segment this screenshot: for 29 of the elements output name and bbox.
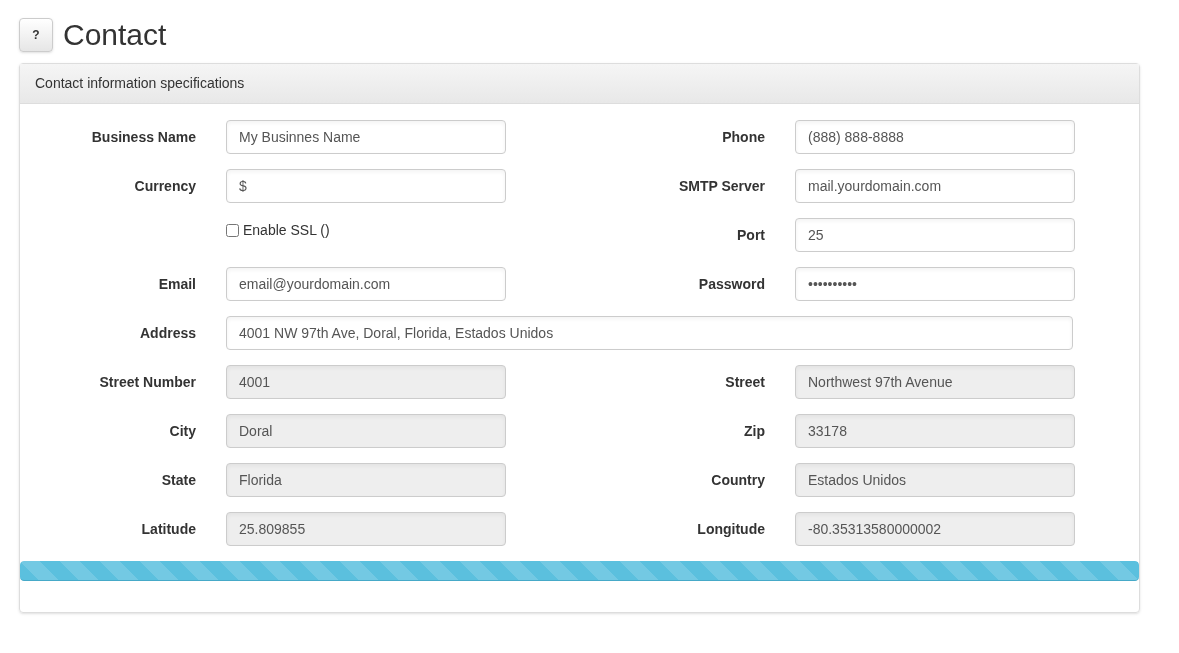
text-field[interactable]: $ — [226, 169, 506, 203]
field-label: Street Number — [98, 372, 196, 392]
text-field[interactable]: (888) 888-8888 — [795, 120, 1075, 154]
checkbox-label: Enable SSL () — [243, 221, 330, 240]
field-label: Street — [724, 372, 765, 392]
field-label: Email — [157, 274, 196, 294]
text-field[interactable]: My Businnes Name — [226, 120, 506, 154]
field-label: SMTP Server — [677, 176, 765, 196]
field-label: Longitude — [696, 519, 765, 539]
text-field[interactable]: 25 — [795, 218, 1075, 252]
field-label: City — [168, 421, 196, 441]
field-label: Phone — [721, 127, 765, 147]
page-title: Contact — [63, 20, 167, 50]
field-label: Address — [138, 323, 196, 343]
field-label: Latitude — [140, 519, 196, 539]
field-label: Port — [736, 225, 765, 245]
field-label: Country — [710, 470, 765, 490]
text-field[interactable]: email@yourdomain.com — [226, 267, 506, 301]
field-label: Currency — [133, 176, 196, 196]
panel-heading: Contact information specifications — [35, 74, 245, 93]
help-button[interactable]: ? — [19, 18, 53, 52]
text-field[interactable]: mail.yourdomain.com — [795, 169, 1075, 203]
text-field[interactable]: 4001 NW 97th Ave, Doral, Florida, Estados Unidos — [226, 316, 1073, 350]
text-field[interactable]: •••••••••• — [795, 267, 1075, 301]
field-label: Business Name — [90, 127, 196, 147]
ssl-checkbox[interactable] — [226, 224, 239, 237]
field-label: Password — [697, 274, 765, 294]
field-label: State — [160, 470, 196, 490]
field-label: Zip — [743, 421, 765, 441]
